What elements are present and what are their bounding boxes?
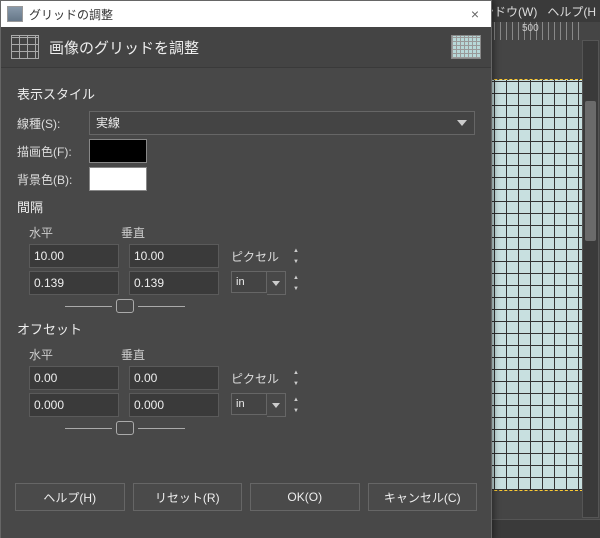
dialog-title: グリッドの調整	[29, 6, 465, 23]
reset-button[interactable]: リセット(R)	[133, 483, 243, 511]
line-style-label: 線種(S):	[17, 115, 89, 132]
dialog-body: 表示スタイル 線種(S): 実線 描画色(F): 背景色(B): 間隔 水平	[1, 68, 491, 538]
line-style-select[interactable]: 実線	[89, 111, 475, 135]
scrollbar-vertical[interactable]	[582, 40, 599, 518]
spacing-unit-select[interactable]: in	[231, 271, 286, 295]
chain-icon[interactable]	[116, 421, 134, 435]
up-icon[interactable]: ▲	[293, 394, 299, 405]
dialog-actions: ヘルプ(H) リセット(R) OK(O) キャンセル(C)	[1, 473, 491, 538]
spacing-px-unit: ピクセル	[231, 248, 279, 265]
scrollbar-thumb[interactable]	[585, 101, 596, 241]
offset-v-in[interactable]: ▲▼	[129, 393, 219, 417]
spacing-chain[interactable]	[65, 299, 185, 313]
up-icon[interactable]: ▲	[293, 272, 299, 283]
offset-px-unit: ピクセル	[231, 370, 279, 387]
configure-grid-dialog: グリッドの調整 × 画像のグリッドを調整 表示スタイル 線種(S): 実線 描画…	[0, 0, 492, 538]
image-thumbnail	[451, 35, 481, 59]
app-root: ウィンドウ(W) ヘルプ(H グリッドの調整 × 画像のグリッドを調整 表示スタ…	[0, 0, 600, 538]
spacing-v-px[interactable]: ▲▼	[129, 244, 219, 268]
offset-v-px[interactable]: ▲▼	[129, 366, 219, 390]
dialog-titlebar[interactable]: グリッドの調整 ×	[1, 1, 491, 27]
help-button[interactable]: ヘルプ(H)	[15, 483, 125, 511]
down-icon[interactable]: ▼	[293, 405, 299, 416]
dialog-header: 画像のグリッドを調整	[1, 27, 491, 68]
ok-button[interactable]: OK(O)	[250, 483, 360, 511]
up-icon[interactable]: ▲	[293, 367, 299, 378]
spacing-h-label: 水平	[29, 224, 121, 241]
offset-h-label: 水平	[29, 346, 121, 363]
cancel-button[interactable]: キャンセル(C)	[368, 483, 478, 511]
down-icon[interactable]: ▼	[293, 256, 299, 267]
fg-color-label: 描画色(F):	[17, 143, 89, 160]
bg-color-swatch[interactable]	[89, 167, 147, 191]
app-icon	[7, 6, 23, 22]
section-appearance: 表示スタイル	[17, 84, 475, 103]
offset-h-px[interactable]: ▲▼	[29, 366, 119, 390]
down-icon[interactable]: ▼	[293, 378, 299, 389]
spacing-v-label: 垂直	[121, 224, 213, 241]
down-icon[interactable]: ▼	[293, 283, 299, 294]
chevron-down-icon[interactable]	[267, 271, 286, 295]
spacing-h-px[interactable]: ▲▼	[29, 244, 119, 268]
menu-help[interactable]: ヘルプ(H	[547, 3, 596, 20]
dialog-heading: 画像のグリッドを調整	[49, 37, 451, 58]
section-spacing: 間隔	[17, 197, 475, 216]
spacing-h-in[interactable]: ▲▼	[29, 271, 119, 295]
chain-icon[interactable]	[116, 299, 134, 313]
offset-h-in[interactable]: ▲▼	[29, 393, 119, 417]
up-icon[interactable]: ▲	[293, 245, 299, 256]
offset-v-label: 垂直	[121, 346, 213, 363]
offset-chain[interactable]	[65, 421, 185, 435]
offset-unit-select[interactable]: in	[231, 393, 286, 417]
spacing-v-in[interactable]: ▲▼	[129, 271, 219, 295]
grid-icon	[11, 35, 39, 59]
section-offset: オフセット	[17, 319, 475, 338]
bg-color-label: 背景色(B):	[17, 171, 89, 188]
close-icon[interactable]: ×	[465, 6, 485, 22]
chevron-down-icon[interactable]	[267, 393, 286, 417]
fg-color-swatch[interactable]	[89, 139, 147, 163]
